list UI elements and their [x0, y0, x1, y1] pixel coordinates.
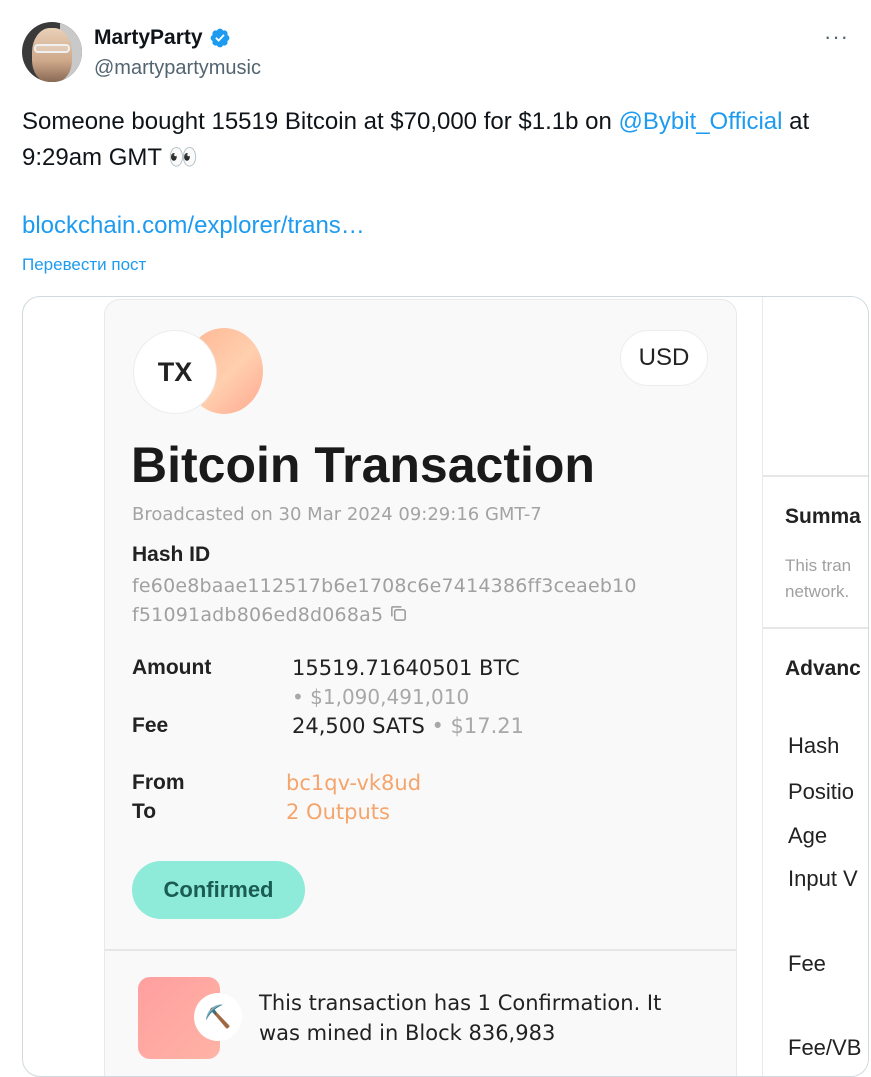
confirmation-text: This transaction has 1 Confirmation. It …: [259, 991, 662, 1045]
tweet-header: MartyParty @martypartymusic ···: [22, 22, 849, 82]
broadcast-date: Broadcasted on 30 Mar 2024 09:29:16 GMT-…: [132, 504, 542, 525]
summary-line-2: network.: [785, 582, 850, 601]
tweet-text-start: Someone bought 15519 Bitcoin at $70,000 …: [22, 108, 619, 135]
amount-usd: • $1,090,491,010: [292, 685, 470, 709]
more-options-icon[interactable]: ···: [824, 24, 849, 50]
divider: [763, 627, 868, 629]
divider: [105, 949, 736, 951]
avatar-glasses: [34, 44, 70, 53]
hash-id-value: fe60e8baae112517b6e1708c6e7414386ff3ceae…: [132, 572, 722, 630]
tx-badge: TX: [133, 330, 217, 414]
from-label: From: [132, 771, 185, 794]
fee-label: Fee: [132, 714, 169, 737]
amount-label: Amount: [132, 656, 212, 679]
to-label: To: [132, 800, 157, 823]
currency-button[interactable]: USD: [620, 330, 708, 386]
user-handle[interactable]: @martypartymusic: [94, 57, 261, 80]
to-outputs-link[interactable]: 2 Outputs: [286, 800, 390, 824]
translate-post-link[interactable]: Перевести пост: [22, 255, 146, 275]
name-row: MartyParty: [94, 26, 231, 50]
copy-icon[interactable]: [389, 604, 408, 623]
advanced-position-label: Positio: [788, 779, 855, 804]
pickaxe-icon: ⛏️: [194, 993, 242, 1041]
media-screenshot[interactable]: TX USD Bitcoin Transaction Broadcasted o…: [22, 296, 869, 1077]
avatar[interactable]: [22, 22, 82, 82]
advanced-fee-vb-label: Fee/VB: [788, 1035, 862, 1060]
fee-usd: • $17.21: [424, 714, 524, 738]
advanced-age-label: Age: [788, 823, 828, 848]
verified-badge-icon: [210, 28, 229, 48]
advanced-title: Advanc: [785, 657, 861, 680]
right-panel: Summa This tran network. Advanc Hash Pos…: [762, 297, 868, 1076]
status-badge: Confirmed: [132, 861, 305, 919]
advanced-input-value-label: Input V: [788, 866, 858, 891]
tweet-text: Someone bought 15519 Bitcoin at $70,000 …: [22, 104, 867, 176]
advanced-hash-label: Hash: [788, 733, 840, 758]
divider: [763, 475, 868, 477]
fee-value-row: 24,500 SATS • $17.21: [292, 714, 524, 738]
fee-value: 24,500 SATS: [292, 714, 425, 738]
summary-line-1: This tran: [785, 556, 852, 575]
hash-line-2: f51091adb806ed8d068a5: [132, 604, 384, 626]
summary-title: Summa: [785, 505, 861, 528]
mention-link[interactable]: @Bybit_Official: [618, 108, 782, 135]
external-link[interactable]: blockchain.com/explorer/trans…: [22, 212, 365, 240]
transaction-card: TX USD Bitcoin Transaction Broadcasted o…: [104, 299, 737, 1076]
hash-line-1: fe60e8baae112517b6e1708c6e7414386ff3ceae…: [132, 575, 637, 597]
hash-id-label: Hash ID: [132, 543, 211, 566]
display-name[interactable]: MartyParty: [94, 26, 203, 50]
avatar-face: [32, 28, 72, 82]
from-address-link[interactable]: bc1qv-vk8ud: [286, 771, 421, 795]
hash-line-2-row: f51091adb806ed8d068a5: [132, 601, 722, 630]
advanced-fee-label: Fee: [788, 951, 826, 976]
page-title: Bitcoin Transaction: [131, 437, 595, 493]
amount-value: 15519.71640501 BTC: [292, 656, 520, 680]
